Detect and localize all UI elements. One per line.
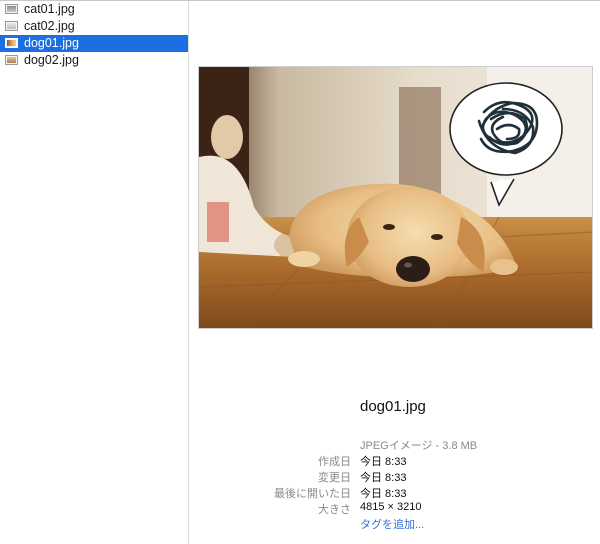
file-row-cat01[interactable]: cat01.jpg: [0, 1, 188, 18]
meta-value: 4815 × 3210: [360, 501, 422, 513]
meta-row-dimensions: 大きさ 4815 × 3210: [189, 501, 600, 517]
file-name: cat02.jpg: [24, 19, 75, 33]
meta-label: 作成日: [318, 456, 351, 468]
meta-label: 最後に開いた日: [274, 488, 351, 500]
file-name: dog02.jpg: [24, 53, 79, 67]
preview-image: [198, 66, 593, 329]
file-title: dog01.jpg: [360, 398, 426, 415]
add-tag-link[interactable]: タグを追加...: [360, 516, 424, 532]
preview-pane: dog01.jpg JPEGイメージ - 3.8 MB 作成日 今日 8:33 …: [189, 1, 600, 544]
file-row-dog01[interactable]: dog01.jpg: [0, 35, 188, 52]
meta-value: 今日 8:33: [360, 456, 407, 468]
file-name: cat01.jpg: [24, 2, 75, 16]
file-kind: JPEGイメージ - 3.8 MB: [360, 440, 478, 452]
file-row-cat02[interactable]: cat02.jpg: [0, 18, 188, 35]
jpg-thumbnail-icon: [5, 55, 18, 65]
jpg-thumbnail-icon: [5, 38, 18, 48]
file-row-dog02[interactable]: dog02.jpg: [0, 52, 188, 69]
meta-label: 変更日: [318, 472, 351, 484]
meta-value: 今日 8:33: [360, 472, 407, 484]
meta-row-modified: 変更日 今日 8:33: [189, 469, 600, 485]
meta-label: 大きさ: [318, 504, 351, 516]
jpg-thumbnail-icon: [5, 4, 18, 14]
file-list: cat01.jpg cat02.jpg dog01.jpg dog02.jpg: [0, 1, 188, 544]
file-name: dog01.jpg: [24, 36, 79, 50]
meta-row-created: 作成日 今日 8:33: [189, 453, 600, 469]
meta-value: 今日 8:33: [360, 488, 407, 500]
jpg-thumbnail-icon: [5, 21, 18, 31]
meta-row-last-opened: 最後に開いた日 今日 8:33: [189, 485, 600, 501]
